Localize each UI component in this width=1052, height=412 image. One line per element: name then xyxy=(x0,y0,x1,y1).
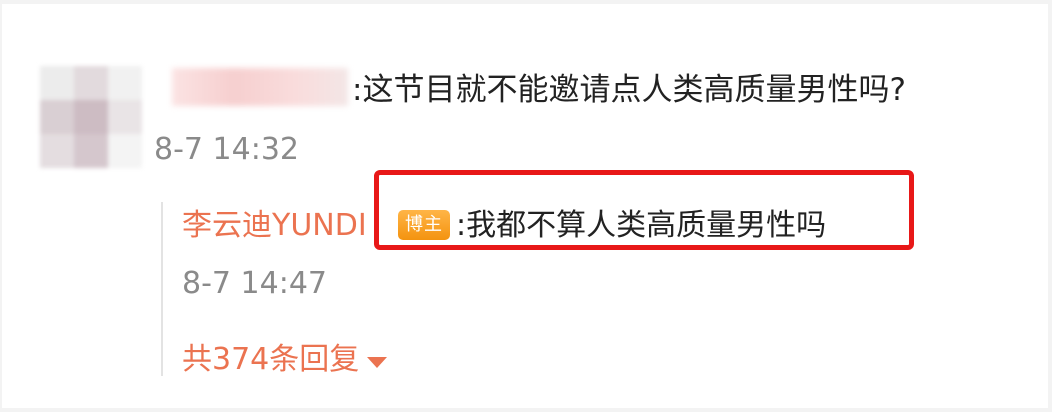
comment-card: :这节目就不能邀请点人类高质量男性吗? 8-7 14:32 李云迪YUNDI 博… xyxy=(2,4,1048,408)
avatar-blurred[interactable] xyxy=(40,66,142,168)
reply-thread-line xyxy=(161,202,163,376)
commenter-name-blurred[interactable] xyxy=(172,68,348,106)
comment-text: :这节目就不能邀请点人类高质量男性吗? xyxy=(352,72,906,108)
view-more-replies-link[interactable]: 共374条回复 xyxy=(182,340,388,380)
red-highlight-box xyxy=(374,170,914,250)
reply-timestamp: 8-7 14:47 xyxy=(182,266,327,301)
caret-down-icon xyxy=(367,356,388,368)
more-replies-label: 共374条回复 xyxy=(182,342,360,377)
reply-author-link[interactable]: 李云迪YUNDI xyxy=(182,206,367,246)
comment-timestamp: 8-7 14:32 xyxy=(154,132,299,167)
